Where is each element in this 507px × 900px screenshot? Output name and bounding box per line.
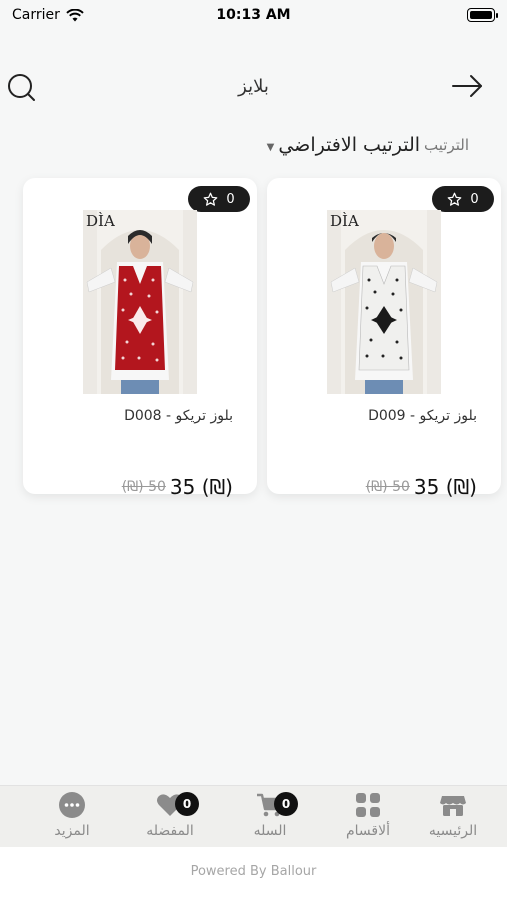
status-left: Carrier — [12, 7, 84, 23]
sort-selector[interactable]: الترتيب الترتيب الافتراضي ▼ — [267, 128, 469, 162]
powered-by-footer: Powered By Ballour — [0, 847, 507, 900]
price-row: 35 (₪) (₪) 50 — [122, 470, 233, 504]
product-card[interactable]: 0 DÌA — [23, 178, 257, 499]
nav-label-cart: السله — [253, 823, 287, 839]
nav-label-favorites: المفضله — [146, 823, 194, 839]
product-image: DÌA — [83, 210, 197, 394]
rating-value: 0 — [226, 191, 235, 207]
nav-label-home: الرئيسيه — [428, 823, 478, 839]
product-name: بلوز تريكو - D009 — [368, 408, 477, 424]
nav-item-cart[interactable]: 0 السله — [225, 786, 315, 848]
battery-icon — [467, 8, 498, 22]
nav-item-home[interactable]: الرئيسيه — [408, 786, 498, 848]
star-icon — [203, 192, 218, 206]
favorites-count-badge: 0 — [175, 792, 199, 816]
store-icon — [440, 796, 466, 816]
nav-item-more[interactable]: المزيد — [27, 786, 117, 848]
page-title: بلايز — [238, 76, 269, 97]
nav-label-more: المزيد — [54, 823, 90, 839]
header: بلايز — [0, 62, 507, 112]
price-current: 35 (₪) — [413, 475, 477, 499]
more-icon — [59, 792, 85, 818]
nav-item-favorites[interactable]: 0 المفضله — [125, 786, 215, 848]
price-original: (₪) 50 — [121, 479, 166, 495]
rating-value: 0 — [470, 191, 479, 207]
carrier-label: Carrier — [12, 7, 60, 23]
brand-logo: DÌA — [86, 212, 115, 230]
sort-label: الترتيب — [424, 136, 469, 154]
back-button[interactable] — [449, 68, 485, 104]
product-image: DÌA — [327, 210, 441, 394]
brand-logo: DÌA — [330, 212, 359, 230]
wifi-icon — [66, 8, 84, 21]
nav-label-categories: ألاقسام — [346, 823, 390, 839]
grid-icon — [356, 793, 380, 817]
rating-badge: 0 — [432, 186, 494, 212]
product-card[interactable]: 0 DÌA — [267, 178, 501, 499]
sort-value: الترتيب الافتراضي — [278, 134, 421, 156]
star-icon — [447, 192, 462, 206]
nav-item-categories[interactable]: ألاقسام — [323, 786, 413, 848]
rating-badge: 0 — [188, 186, 250, 212]
product-name: بلوز تريكو - D008 — [124, 408, 233, 424]
bottom-nav: الرئيسيه ألاقسام 0 السله 0 المفضله المزي… — [0, 785, 507, 847]
price-current: 35 (₪) — [169, 475, 233, 499]
caret-down-icon: ▼ — [266, 141, 275, 153]
arrow-right-icon — [452, 75, 482, 97]
price-row: 35 (₪) (₪) 50 — [366, 470, 477, 504]
price-original: (₪) 50 — [365, 479, 410, 495]
cart-count-badge: 0 — [274, 792, 298, 816]
status-bar: Carrier 10:13 AM — [0, 0, 507, 30]
